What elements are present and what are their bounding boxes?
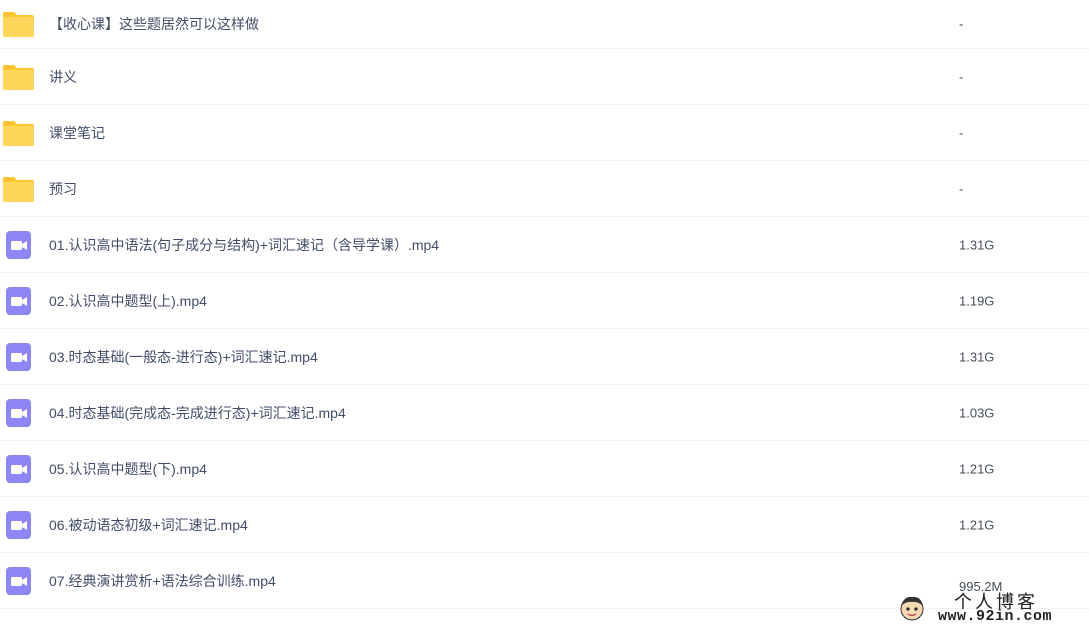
file-name[interactable]: 03.时态基础(一般态-进行态)+词汇速记.mp4 <box>49 347 318 367</box>
file-row-folder[interactable]: 讲义 - <box>0 49 1089 105</box>
file-size: 1.21G <box>959 461 995 476</box>
file-row-folder[interactable]: 【收心课】这些题居然可以这样做 - <box>0 0 1089 49</box>
video-file-icon <box>2 398 35 427</box>
file-name[interactable]: 06.被动语态初级+词汇速记.mp4 <box>49 515 248 535</box>
video-file-icon <box>2 342 35 371</box>
file-row-video[interactable]: 03.时态基础(一般态-进行态)+词汇速记.mp4 1.31G <box>0 329 1089 385</box>
file-name[interactable]: 05.认识高中题型(下).mp4 <box>49 459 207 479</box>
file-row-folder[interactable]: 预习 - <box>0 161 1089 217</box>
watermark-avatar-icon <box>898 594 926 622</box>
video-file-icon <box>2 454 35 483</box>
file-name[interactable]: 04.时态基础(完成态-完成进行态)+词汇速记.mp4 <box>49 403 346 423</box>
file-size: 1.21G <box>959 517 995 532</box>
file-size: - <box>959 125 964 140</box>
video-file-icon <box>2 230 35 259</box>
video-file-icon <box>2 286 35 315</box>
file-name[interactable]: 01.认识高中语法(句子成分与结构)+词汇速记（含导学课）.mp4 <box>49 235 439 255</box>
file-row-video[interactable]: 06.被动语态初级+词汇速记.mp4 1.21G <box>0 497 1089 553</box>
file-name[interactable]: 讲义 <box>49 67 77 87</box>
file-size: - <box>959 69 964 84</box>
file-size: 1.19G <box>959 293 995 308</box>
file-size: 1.03G <box>959 405 995 420</box>
file-row-video[interactable]: 04.时态基础(完成态-完成进行态)+词汇速记.mp4 1.03G <box>0 385 1089 441</box>
file-size: 1.31G <box>959 237 995 252</box>
file-list: 【收心课】这些题居然可以这样做 - 讲义 - 课堂笔记 - 预习 - 01.认识… <box>0 0 1089 609</box>
folder-icon <box>2 119 35 147</box>
video-file-icon <box>2 510 35 539</box>
file-size: - <box>959 16 964 32</box>
file-row-video[interactable]: 01.认识高中语法(句子成分与结构)+词汇速记（含导学课）.mp4 1.31G <box>0 217 1089 273</box>
folder-icon <box>2 175 35 203</box>
file-name[interactable]: 02.认识高中题型(上).mp4 <box>49 291 207 311</box>
folder-icon <box>2 63 35 91</box>
file-name[interactable]: 07.经典演讲赏析+语法综合训练.mp4 <box>49 571 276 591</box>
file-name[interactable]: 【收心课】这些题居然可以这样做 <box>49 14 259 34</box>
watermark-url: www.92in.com <box>938 608 1053 625</box>
folder-icon <box>2 10 35 38</box>
video-file-icon <box>2 566 35 595</box>
file-name[interactable]: 课堂笔记 <box>49 123 105 143</box>
file-name[interactable]: 预习 <box>49 179 77 199</box>
file-row-video[interactable]: 02.认识高中题型(上).mp4 1.19G <box>0 273 1089 329</box>
file-size: 1.31G <box>959 349 995 364</box>
file-size: - <box>959 181 964 196</box>
watermark: 个人博客 www.92in.com <box>896 588 1066 628</box>
file-row-video[interactable]: 05.认识高中题型(下).mp4 1.21G <box>0 441 1089 497</box>
file-row-folder[interactable]: 课堂笔记 - <box>0 105 1089 161</box>
